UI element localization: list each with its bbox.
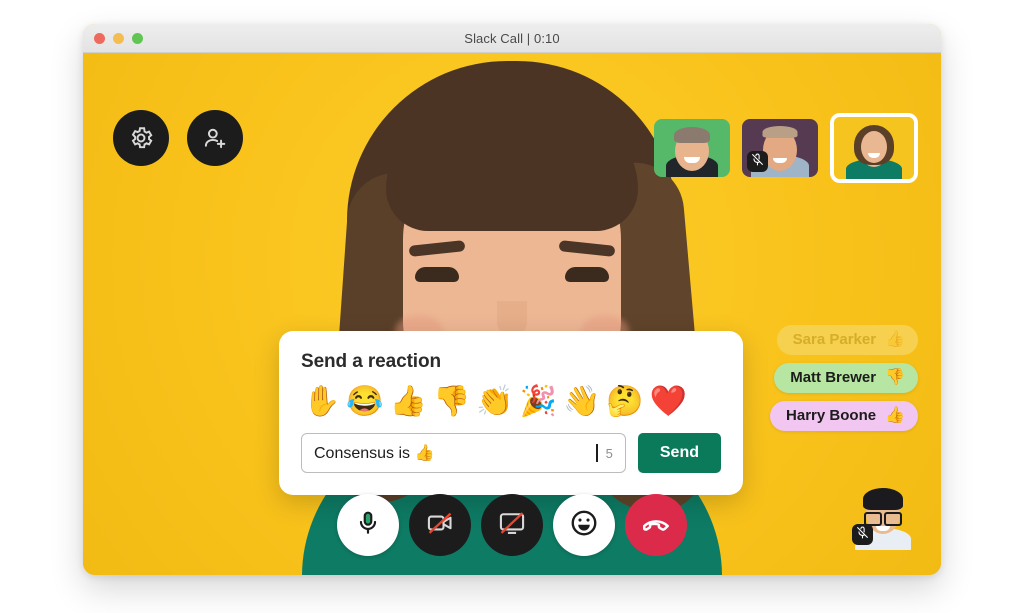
participant-thumbnail-row	[654, 113, 918, 183]
microphone-button[interactable]	[337, 494, 399, 556]
thinking-face-emoji[interactable]: 🤔	[604, 387, 645, 417]
camera-button[interactable]	[409, 494, 471, 556]
microphone-icon	[355, 510, 381, 541]
reaction-input-row: Consensus is 👍 5 Send	[301, 433, 721, 473]
reaction-pill-name: Harry Boone	[786, 407, 877, 424]
party-popper-emoji[interactable]: 🎉	[518, 387, 559, 417]
thumbs-up-emoji: 👍	[885, 406, 905, 424]
call-video-stage: Sara Parker 👍 Matt Brewer 👎 Harry Boone …	[83, 53, 941, 575]
muted-badge	[747, 151, 768, 172]
phone-hangup-icon	[641, 508, 671, 543]
window-titlebar: Slack Call | 0:10	[83, 24, 941, 53]
maximize-window-button[interactable]	[132, 33, 143, 44]
thumbs-down-emoji[interactable]: 👎	[431, 387, 472, 417]
microphone-muted-icon	[856, 526, 869, 544]
window-traffic-lights	[94, 33, 143, 44]
app-window: Slack Call | 0:10 Sara Parker 👍 Matt Bre…	[83, 24, 941, 575]
call-control-bar	[337, 494, 687, 556]
thumbs-up-emoji: 👍	[885, 330, 905, 348]
muted-badge	[852, 524, 873, 545]
hang-up-button[interactable]	[625, 494, 687, 556]
send-button[interactable]: Send	[637, 433, 721, 473]
self-view-thumbnail[interactable]	[847, 478, 919, 550]
microphone-muted-icon	[751, 153, 764, 171]
gear-icon	[128, 125, 154, 151]
send-reaction-panel: Send a reaction ✋ 😂 👍 👎 👏 🎉 👋 🤔 ❤️ Conse…	[279, 331, 743, 495]
reaction-pill-name: Matt Brewer	[790, 369, 877, 386]
reaction-message-input[interactable]: Consensus is 👍 5	[301, 433, 626, 473]
raised-hand-emoji[interactable]: ✋	[301, 387, 342, 417]
emoji-picker-row: ✋ 😂 👍 👎 👏 🎉 👋 🤔 ❤️	[301, 387, 721, 417]
thumbs-down-emoji: 👎	[885, 368, 905, 386]
waving-hand-emoji[interactable]: 👋	[561, 387, 602, 417]
clapping-hands-emoji[interactable]: 👏	[474, 387, 515, 417]
screen-share-button[interactable]	[481, 494, 543, 556]
reaction-pill-stack: Sara Parker 👍 Matt Brewer 👎 Harry Boone …	[770, 325, 918, 431]
close-window-button[interactable]	[94, 33, 105, 44]
settings-button[interactable]	[113, 110, 169, 166]
camera-off-icon	[426, 509, 454, 542]
reaction-button[interactable]	[553, 494, 615, 556]
participant-thumbnail-active[interactable]	[830, 113, 918, 183]
minimize-window-button[interactable]	[113, 33, 124, 44]
call-top-left-actions	[113, 110, 243, 166]
invite-people-button[interactable]	[187, 110, 243, 166]
window-title: Slack Call | 0:10	[464, 30, 560, 46]
participant-thumbnail[interactable]	[742, 119, 818, 177]
character-counter: 5	[605, 445, 613, 461]
screenshot-root: Slack Call | 0:10 Sara Parker 👍 Matt Bre…	[0, 0, 1024, 613]
panel-title: Send a reaction	[301, 351, 441, 372]
red-heart-emoji[interactable]: ❤️	[648, 387, 689, 417]
face-with-tears-of-joy-emoji[interactable]: 😂	[344, 387, 385, 417]
screen-share-off-icon	[498, 509, 526, 542]
reaction-pill: Harry Boone 👍	[770, 401, 918, 431]
reaction-message-value: Consensus is 👍	[314, 445, 435, 462]
participant-thumbnail[interactable]	[654, 119, 730, 177]
add-person-icon	[202, 125, 228, 151]
smiley-icon	[569, 508, 599, 543]
reaction-pill: Matt Brewer 👎	[774, 363, 918, 393]
thumbs-up-emoji[interactable]: 👍	[388, 387, 429, 417]
reaction-pill: Sara Parker 👍	[776, 325, 918, 355]
reaction-pill-name: Sara Parker	[792, 331, 877, 348]
